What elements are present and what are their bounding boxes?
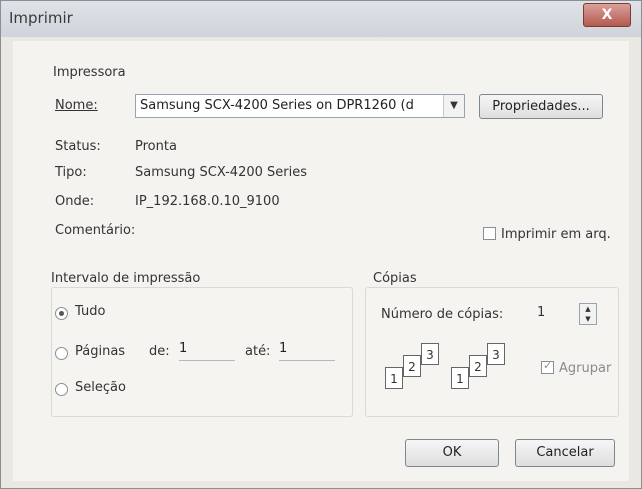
collate-page-6: 3: [487, 343, 505, 365]
comment-label: Comentário:: [55, 223, 136, 238]
status-value: Pronta: [135, 139, 177, 154]
name-label: Nome:: [55, 98, 98, 113]
collate-label[interactable]: Agrupar: [559, 361, 611, 376]
collate-page-3: 3: [421, 343, 439, 365]
range-pages-radio[interactable]: [55, 347, 68, 360]
copies-label: Cópias: [373, 271, 417, 286]
copies-spacer: [529, 303, 533, 323]
where-label: Onde:: [55, 194, 95, 209]
dialog-body: Impressora Nome: Samsung SCX-4200 Series…: [13, 41, 629, 481]
range-pages-label[interactable]: Páginas: [75, 344, 125, 359]
copies-count-input[interactable]: 1: [537, 305, 545, 320]
close-button[interactable]: X: [583, 3, 631, 27]
range-all-label[interactable]: Tudo: [75, 304, 105, 319]
ok-button[interactable]: OK: [405, 439, 499, 467]
spin-up-icon[interactable]: ▲: [580, 304, 596, 314]
to-label: até:: [245, 344, 271, 359]
collate-page-1: 1: [385, 367, 403, 389]
spin-down-icon[interactable]: ▼: [580, 314, 596, 324]
print-to-file-label[interactable]: Imprimir em arq.: [501, 227, 611, 242]
print-to-file-checkbox[interactable]: [483, 227, 496, 240]
dialog-title: Imprimir: [9, 9, 73, 27]
print-dialog: Imprimir X Impressora Nome: Samsung SCX-…: [0, 0, 642, 489]
print-range-label: Intervalo de impressão: [51, 271, 201, 286]
title-bar[interactable]: Imprimir X: [1, 1, 641, 37]
printer-name-value: Samsung SCX-4200 Series on DPR1260 (d: [140, 98, 414, 113]
status-label: Status:: [55, 139, 101, 154]
to-page-input[interactable]: 1: [279, 341, 335, 361]
chevron-down-icon[interactable]: ▼: [443, 95, 464, 117]
where-value: IP_192.168.0.10_9100: [135, 194, 280, 209]
range-selection-label[interactable]: Seleção: [75, 380, 126, 395]
copies-count-label: Número de cópias:: [381, 307, 504, 322]
cancel-button[interactable]: Cancelar: [515, 439, 615, 467]
printer-group-label: Impressora: [53, 65, 126, 80]
collate-page-4: 1: [451, 367, 469, 389]
from-page-input[interactable]: 1: [179, 341, 235, 361]
collate-checkbox[interactable]: ✓: [541, 359, 554, 374]
type-value: Samsung SCX-4200 Series: [135, 165, 307, 180]
collate-page-2: 2: [403, 355, 421, 377]
collate-page-5: 2: [469, 355, 487, 377]
range-selection-radio[interactable]: [55, 383, 68, 396]
from-label: de:: [149, 344, 170, 359]
checkmark-icon: ✓: [543, 359, 553, 372]
copies-spinner[interactable]: ▲ ▼: [579, 303, 597, 325]
type-label: Tipo:: [55, 165, 87, 180]
properties-button[interactable]: Propriedades...: [479, 94, 603, 119]
printer-name-select[interactable]: Samsung SCX-4200 Series on DPR1260 (d ▼: [135, 94, 465, 118]
range-all-radio[interactable]: [55, 307, 68, 320]
